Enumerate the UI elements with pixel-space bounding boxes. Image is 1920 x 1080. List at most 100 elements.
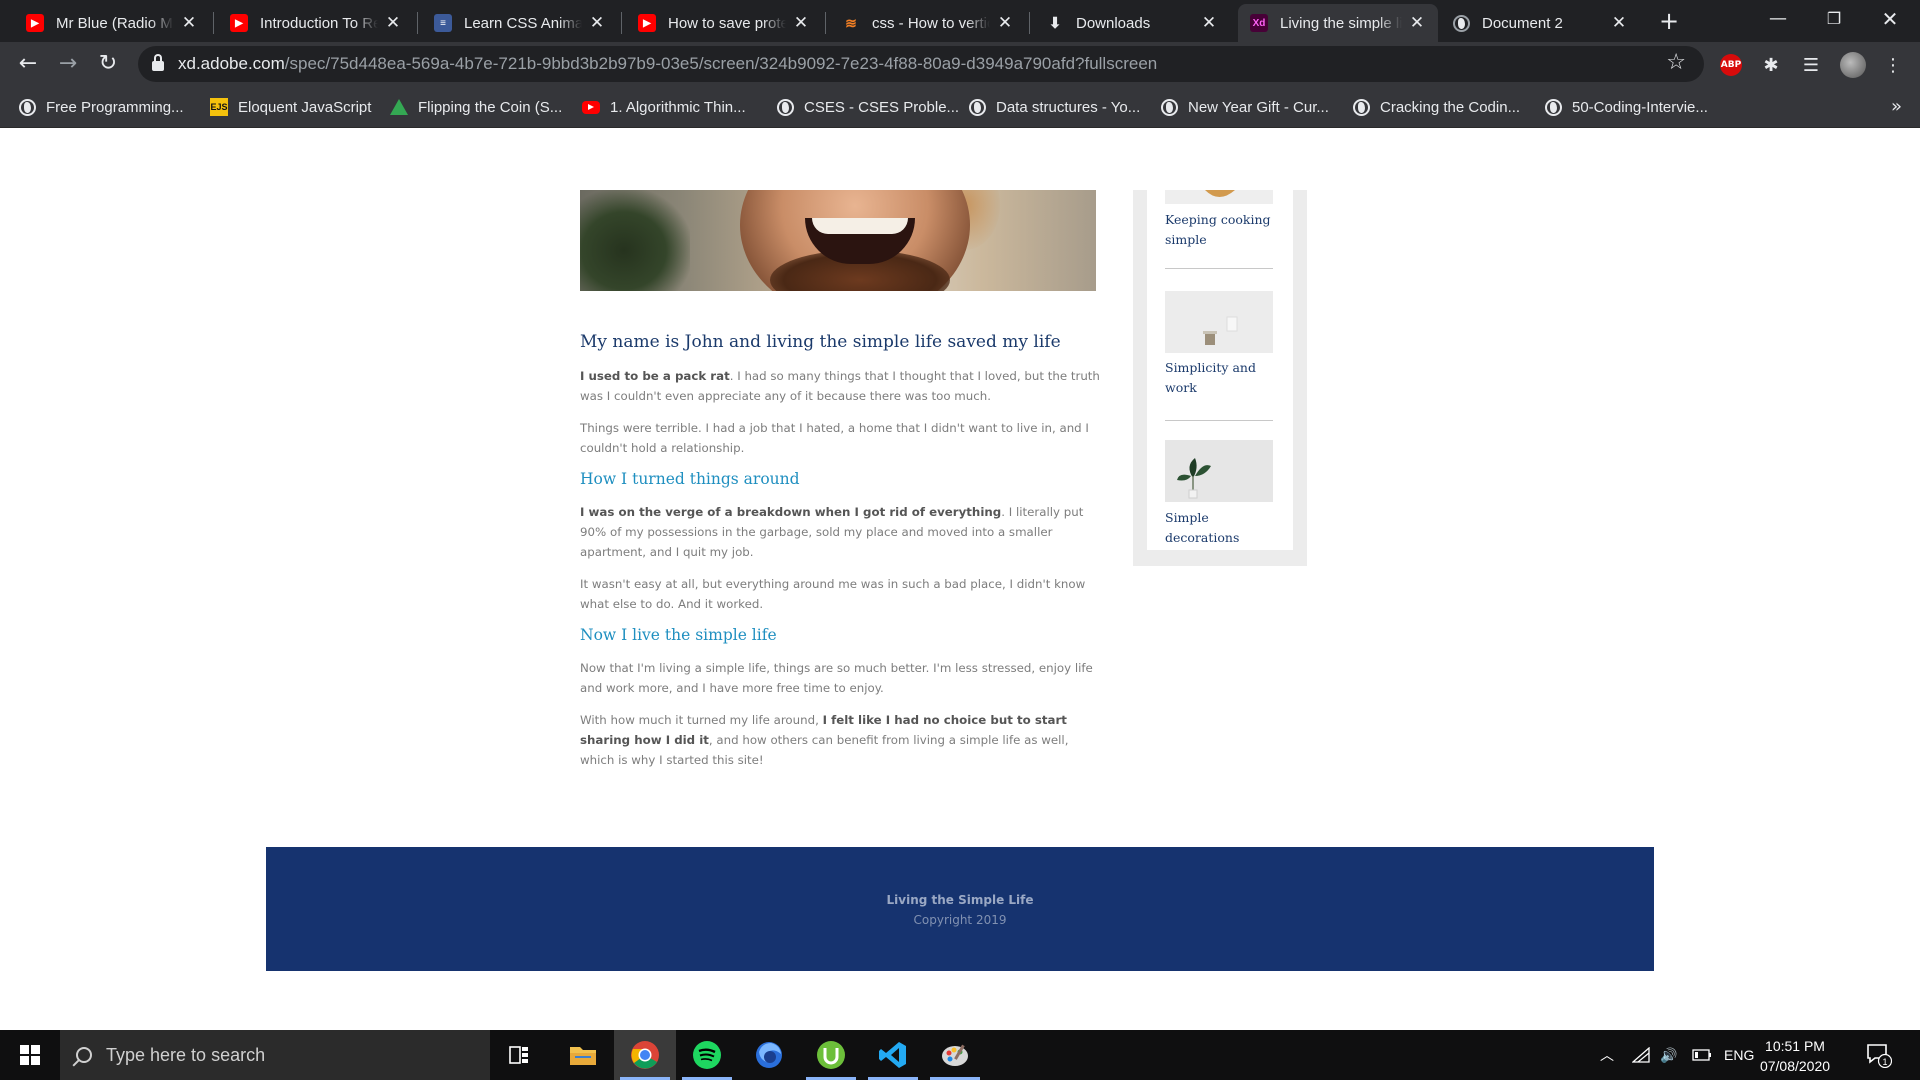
search-icon xyxy=(76,1047,92,1063)
heading-how-i-turned: How I turned things around xyxy=(580,470,800,488)
adblock-plus-icon[interactable]: ABP xyxy=(1716,50,1746,80)
thumbnail-cooking[interactable] xyxy=(1165,190,1273,204)
battery-icon[interactable] xyxy=(1692,1030,1712,1080)
bookmark-label: Eloquent JavaScript xyxy=(238,98,372,116)
tab-css-vertically[interactable]: ≋ css - How to vertically ✕ xyxy=(830,4,1026,42)
bookmark-flipping-the-coin[interactable]: Flipping the Coin (S... xyxy=(390,86,562,128)
address-bar[interactable]: xd.adobe.com/spec/75d448ea-569a-4b7e-721… xyxy=(138,46,1704,82)
globe-icon xyxy=(1160,98,1178,116)
wifi-icon[interactable] xyxy=(1632,1030,1650,1080)
reload-button[interactable]: ↻ xyxy=(92,48,124,80)
utorrent-icon[interactable] xyxy=(800,1030,862,1080)
stack-icon: ≡ xyxy=(434,14,452,32)
tab-document-2[interactable]: Document 2 ✕ xyxy=(1440,4,1640,42)
tab-living-simple-life[interactable]: Xd Living the simple life ✕ xyxy=(1238,4,1438,42)
bookmark-label: 1. Algorithmic Thin... xyxy=(610,98,746,116)
tab-learn-css-animation[interactable]: ≡ Learn CSS Animation ✕ xyxy=(422,4,618,42)
sidebar-link-cooking[interactable]: Keeping cooking simple xyxy=(1165,210,1285,250)
bookmark-free-programming[interactable]: Free Programming... xyxy=(18,86,184,128)
globe-icon xyxy=(968,98,986,116)
sidebar: Keeping cooking simple Simplicity and wo… xyxy=(1133,190,1307,566)
url-path: /spec/75d448ea-569a-4b7e-721b-9bbd3b2b97… xyxy=(284,54,1158,73)
profile-avatar[interactable] xyxy=(1838,50,1868,80)
close-tab-icon[interactable]: ✕ xyxy=(180,13,198,33)
search-placeholder: Type here to search xyxy=(106,1044,266,1065)
clock-time: 10:51 PM xyxy=(1765,1038,1825,1054)
bookmark-new-year-gift[interactable]: New Year Gift - Cur... xyxy=(1160,86,1329,128)
file-explorer-icon[interactable] xyxy=(552,1030,614,1080)
bookmark-eloquent-javascript[interactable]: EJS Eloquent JavaScript xyxy=(210,86,371,128)
forward-button[interactable]: → xyxy=(52,48,84,80)
back-button[interactable]: ← xyxy=(12,48,44,80)
close-tab-icon[interactable]: ✕ xyxy=(792,13,810,33)
sidebar-link-work[interactable]: Simplicity and work xyxy=(1165,358,1285,398)
bookmark-cses[interactable]: CSES - CSES Proble... xyxy=(776,86,959,128)
tab-title: Living the simple life xyxy=(1280,14,1402,32)
paint-icon[interactable] xyxy=(924,1030,986,1080)
tab-title: Mr Blue (Radio Mix) xyxy=(56,14,174,32)
close-tab-icon[interactable]: ✕ xyxy=(384,13,402,33)
close-tab-icon[interactable]: ✕ xyxy=(588,13,606,33)
extensions-icon[interactable]: ✱ xyxy=(1756,50,1786,80)
paragraph-sharing: With how much it turned my life around, … xyxy=(580,713,1069,767)
show-hidden-icons-chevron-icon[interactable]: ︿ xyxy=(1600,1030,1614,1080)
firefox-icon[interactable] xyxy=(738,1030,800,1080)
close-tab-icon[interactable]: ✕ xyxy=(1200,13,1218,33)
start-button[interactable] xyxy=(0,1030,60,1080)
paragraph-not-easy: It wasn't easy at all, but everything ar… xyxy=(580,577,1086,611)
bookmark-50-coding-interview[interactable]: 50-Coding-Intervie... xyxy=(1544,86,1708,128)
tab-how-to-save[interactable]: ▶ How to save protected ✕ xyxy=(626,4,822,42)
thumbnail-decorations[interactable] xyxy=(1165,440,1273,502)
google-drive-icon xyxy=(390,98,408,116)
download-icon: ⬇ xyxy=(1048,15,1062,32)
vscode-icon[interactable] xyxy=(862,1030,924,1080)
bookmark-label: New Year Gift - Cur... xyxy=(1188,98,1329,116)
tab-mr-blue[interactable]: ▶ Mr Blue (Radio Mix) ✕ xyxy=(14,4,210,42)
paragraph-things-terrible: Things were terrible. I had a job that I… xyxy=(580,421,1089,455)
task-view-icon[interactable] xyxy=(490,1030,552,1080)
minimize-button[interactable]: — xyxy=(1750,0,1806,40)
new-tab-button[interactable]: + xyxy=(1654,6,1684,36)
bookmark-star-icon[interactable]: ☆ xyxy=(1666,50,1686,75)
bookmarks-bar: Free Programming... EJS Eloquent JavaScr… xyxy=(0,86,1920,128)
tab-introduction-react[interactable]: ▶ Introduction To React ✕ xyxy=(218,4,414,42)
notification-count: 1 xyxy=(1882,1057,1887,1067)
youtube-icon xyxy=(582,98,600,116)
close-tab-icon[interactable]: ✕ xyxy=(1610,13,1628,33)
paragraph-now-living: Now that I'm living a simple life, thing… xyxy=(580,661,1093,695)
youtube-icon: ▶ xyxy=(638,14,656,32)
globe-icon xyxy=(1452,14,1470,32)
bookmark-label: Data structures - Yo... xyxy=(996,98,1141,116)
action-center-icon[interactable]: 1 xyxy=(1866,1042,1893,1069)
close-window-button[interactable]: ✕ xyxy=(1862,0,1918,40)
chrome-icon[interactable] xyxy=(614,1030,676,1080)
close-tab-icon[interactable]: ✕ xyxy=(1408,13,1426,33)
paragraph-breakdown: I was on the verge of a breakdown when I… xyxy=(580,505,1084,559)
divider xyxy=(1165,420,1273,421)
tab-separator xyxy=(417,12,418,34)
sidebar-card: Keeping cooking simple Simplicity and wo… xyxy=(1147,190,1293,550)
globe-icon xyxy=(776,98,794,116)
language-indicator[interactable]: ENG xyxy=(1724,1030,1754,1080)
thumbnail-work[interactable] xyxy=(1165,291,1273,353)
bookmark-cracking-the-coding[interactable]: Cracking the Codin... xyxy=(1352,86,1520,128)
bookmark-algorithmic-thinking[interactable]: 1. Algorithmic Thin... xyxy=(582,86,746,128)
volume-icon[interactable]: 🔊 xyxy=(1660,1030,1677,1080)
sidebar-link-decorations[interactable]: Simple decorations xyxy=(1165,508,1285,548)
page-viewport: My name is John and living the simple li… xyxy=(0,128,1920,1030)
close-tab-icon[interactable]: ✕ xyxy=(996,13,1014,33)
tab-downloads[interactable]: ⬇ Downloads ✕ xyxy=(1034,4,1230,42)
restore-button[interactable]: ❐ xyxy=(1806,0,1862,40)
tab-separator xyxy=(621,12,622,34)
media-control-icon[interactable]: ☰ xyxy=(1796,50,1826,80)
tab-title: Learn CSS Animation xyxy=(464,14,582,32)
more-bookmarks-chevron-icon[interactable]: » xyxy=(1891,86,1902,128)
spotify-icon[interactable] xyxy=(676,1030,738,1080)
windows-logo-icon xyxy=(20,1045,40,1065)
tab-separator xyxy=(825,12,826,34)
bookmark-data-structures[interactable]: Data structures - Yo... xyxy=(968,86,1140,128)
menu-kebab-icon[interactable]: ⋮ xyxy=(1878,50,1908,80)
tab-separator xyxy=(213,12,214,34)
taskbar-clock[interactable]: 10:51 PM 07/08/2020 xyxy=(1755,1036,1835,1076)
taskbar-search-box[interactable]: Type here to search xyxy=(60,1030,490,1080)
